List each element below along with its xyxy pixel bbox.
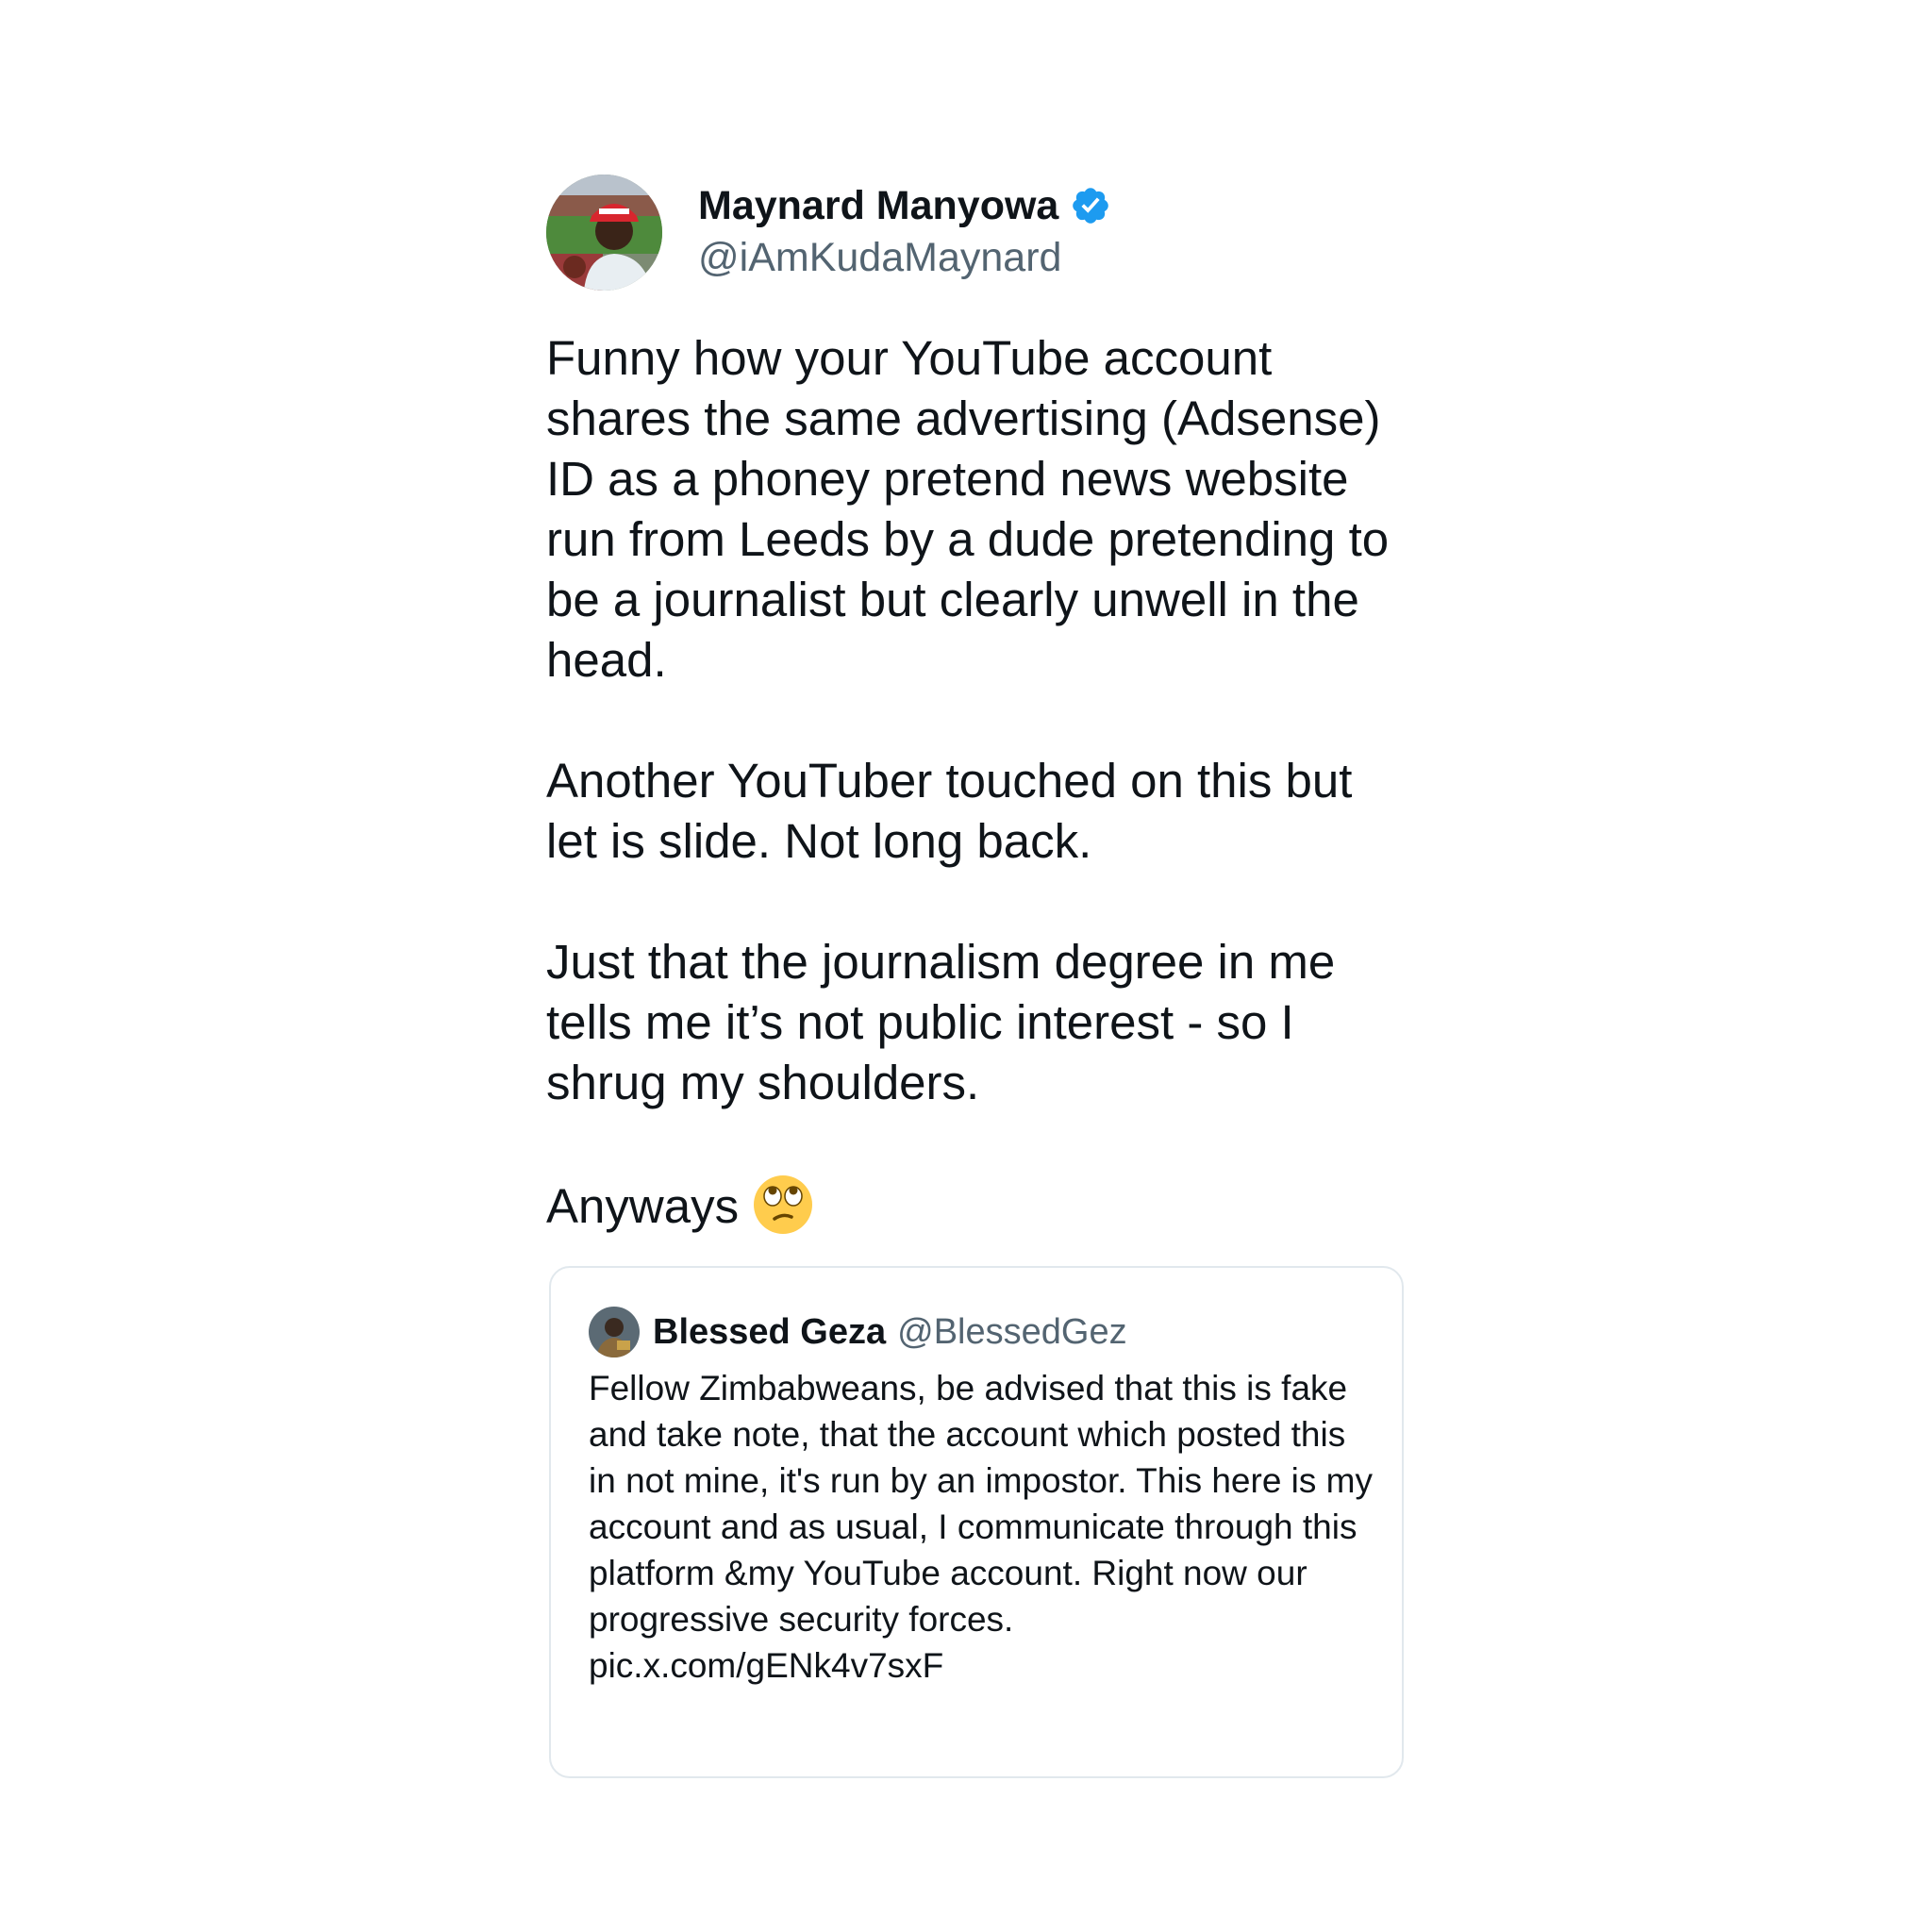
author-avatar[interactable] — [546, 174, 662, 291]
author-name[interactable]: Maynard Manyowa — [698, 180, 1058, 231]
verified-badge-icon — [1070, 185, 1111, 226]
author-identity: Maynard Manyowa @iAmKudaMaynard — [698, 180, 1111, 284]
avatar-photo-icon — [546, 174, 662, 291]
tweet-header: Maynard Manyowa @iAmKudaMaynard — [546, 173, 1414, 291]
rolling-eyes-emoji-icon — [752, 1174, 814, 1236]
quoted-author-name[interactable]: Blessed Geza — [653, 1312, 886, 1353]
tweet-text: Funny how your YouTube account shares th… — [546, 331, 1390, 1233]
quoted-tweet-text: Fellow Zimbabweans, be advised that this… — [589, 1369, 1374, 1685]
tweet: Maynard Manyowa @iAmKudaMaynard Funny ho… — [546, 173, 1414, 1237]
tweet-body: Funny how your YouTube account shares th… — [546, 328, 1414, 1237]
quoted-avatar-photo-icon — [589, 1307, 640, 1357]
quoted-author-handle[interactable]: @BlessedGeza — [897, 1308, 1144, 1356]
quoted-author-avatar[interactable] — [589, 1307, 640, 1357]
name-row: Maynard Manyowa — [698, 180, 1111, 231]
quoted-tweet-header: Blessed Geza @BlessedGeza — [589, 1306, 1144, 1358]
author-handle[interactable]: @iAmKudaMaynard — [698, 231, 1111, 284]
quoted-tweet-card[interactable]: Blessed Geza @BlessedGeza Fellow Zimbabw… — [549, 1266, 1404, 1778]
